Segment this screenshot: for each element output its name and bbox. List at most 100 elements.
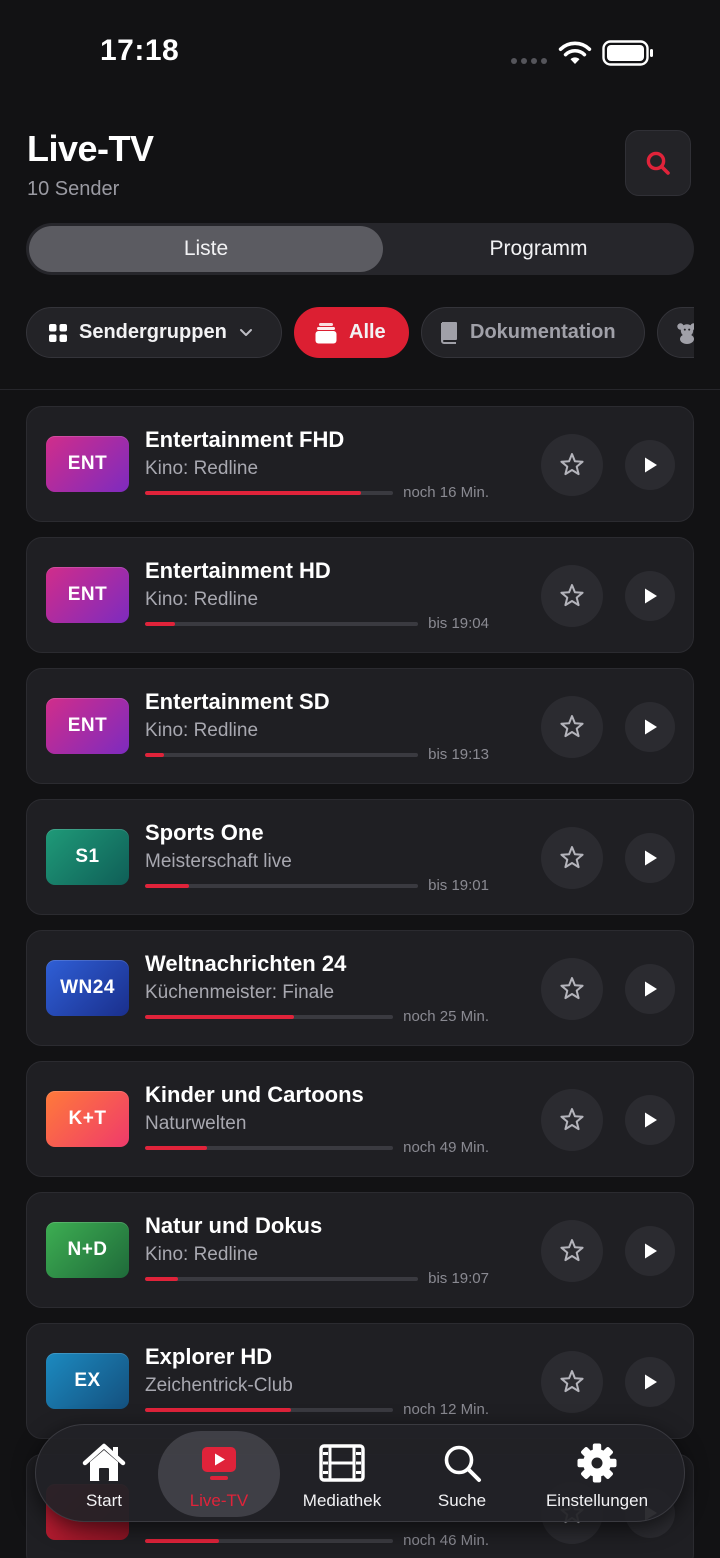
program-progress-bar (145, 1539, 393, 1543)
play-icon (645, 1374, 657, 1390)
channel-name: Kinder und Cartoons (145, 1082, 364, 1107)
filter-all-label: Alle (349, 321, 386, 343)
play-button[interactable] (625, 1357, 675, 1407)
channel-logo: S1 (46, 829, 129, 885)
channel-card[interactable]: ENT Entertainment SD Kino: Redline bis 19:1… (26, 668, 694, 784)
channel-card[interactable]: ENT Entertainment FHD Kino: Redline noch 16… (26, 406, 694, 522)
favorite-button[interactable] (541, 565, 603, 627)
channel-name: Explorer HD (145, 1344, 273, 1369)
nav-suche[interactable]: Suche (422, 1425, 502, 1521)
stack-icon (315, 322, 337, 343)
program-progress-fill (145, 1539, 220, 1543)
favorite-button[interactable] (541, 827, 603, 889)
channel-groups-dropdown[interactable]: Sendergruppen (26, 307, 282, 358)
play-icon (645, 1243, 657, 1259)
film-strip-icon (319, 1444, 365, 1482)
star-icon (560, 977, 584, 1000)
grid-icon (49, 323, 67, 342)
channel-logo: K+T (46, 1091, 129, 1147)
star-icon (560, 584, 584, 607)
channel-card[interactable]: EX Explorer HD Zeichentrick-Club noch 12 Mi… (26, 1323, 694, 1439)
current-program-title: Kino: Redline (145, 458, 259, 479)
favorite-button[interactable] (541, 1220, 603, 1282)
filter-documentary-chip[interactable]: Dokumentation (421, 307, 645, 358)
channel-name: Entertainment FHD (145, 427, 345, 452)
program-progress-bar (145, 753, 418, 757)
remaining-time: bis 19:01 (428, 877, 489, 894)
channel-card[interactable]: K+T Kinder und Cartoons Naturwelten noch 49… (26, 1061, 694, 1177)
remaining-time: noch 25 Min. (403, 1008, 489, 1025)
channel-card[interactable]: ENT Entertainment HD Kino: Redline bis 19:0… (26, 537, 694, 653)
channel-logo: ENT (46, 436, 129, 492)
house-icon (82, 1443, 126, 1481)
program-progress-bar (145, 1146, 393, 1150)
nav-mediathek-label: Mediathek (302, 1491, 382, 1510)
nav-einstellungen[interactable]: Einstellungen (536, 1425, 658, 1521)
nav-live-tv[interactable]: Live-TV (166, 1425, 272, 1521)
favorite-button[interactable] (541, 434, 603, 496)
nav-live-tv-label: Live-TV (189, 1491, 249, 1510)
channel-card[interactable]: N+D Natur und Dokus Kino: Redline bis 19:07 (26, 1192, 694, 1308)
channel-name: Natur und Dokus (145, 1213, 323, 1238)
program-progress-fill (145, 1015, 294, 1019)
play-button[interactable] (625, 1226, 675, 1276)
channel-groups-label: Sendergruppen (79, 321, 227, 343)
current-program-title: Kino: Redline (145, 1244, 259, 1265)
wifi-icon (558, 41, 592, 64)
program-progress-fill (145, 753, 165, 757)
play-button[interactable] (625, 440, 675, 490)
play-icon (645, 719, 657, 735)
search-icon (646, 151, 670, 175)
channel-logo: ENT (46, 567, 129, 623)
program-progress-fill (145, 1146, 207, 1150)
remaining-time: noch 16 Min. (403, 484, 489, 501)
battery-icon (602, 40, 653, 66)
gear-icon (577, 1443, 617, 1483)
program-progress-bar (145, 1408, 393, 1412)
star-icon (560, 1239, 584, 1262)
play-button[interactable] (625, 964, 675, 1014)
channel-list: ENT Entertainment FHD Kino: Redline noch 16… (0, 406, 720, 1558)
nav-mediathek[interactable]: Mediathek (294, 1425, 390, 1521)
tv-play-icon (202, 1447, 236, 1480)
play-button[interactable] (625, 833, 675, 883)
program-progress-bar (145, 884, 418, 888)
star-icon (560, 453, 584, 476)
current-program-title: Küchenmeister: Finale (145, 982, 335, 1003)
play-button[interactable] (625, 702, 675, 752)
tab-program[interactable]: Programm (386, 226, 691, 272)
nav-einstellungen-label: Einstellungen (545, 1491, 649, 1510)
favorite-button[interactable] (541, 1351, 603, 1413)
program-progress-bar (145, 622, 418, 626)
favorite-button[interactable] (541, 1089, 603, 1151)
tab-list[interactable]: Liste (29, 226, 383, 272)
channel-logo: WN24 (46, 960, 129, 1016)
channel-logo: ENT (46, 698, 129, 754)
book-icon (441, 321, 457, 344)
view-segmented-control: Liste Programm (26, 223, 694, 275)
play-button[interactable] (625, 571, 675, 621)
program-progress-fill (145, 1277, 178, 1281)
filter-chips: Sendergruppen Alle Dokumentation (0, 307, 694, 359)
play-button[interactable] (625, 1095, 675, 1145)
remaining-time: bis 19:04 (428, 615, 489, 632)
play-icon (645, 588, 657, 604)
program-progress-fill (145, 491, 361, 495)
star-icon (560, 1108, 584, 1131)
favorite-button[interactable] (541, 958, 603, 1020)
current-program-title: Naturwelten (145, 1113, 247, 1134)
star-icon (560, 846, 584, 869)
channel-card[interactable]: WN24 Weltnachrichten 24 Küchenmeister: Fin… (26, 930, 694, 1046)
channel-card[interactable]: S1 Sports One Meisterschaft live bis 19:01 (26, 799, 694, 915)
page-title: Live-TV (27, 128, 154, 169)
program-progress-fill (145, 884, 189, 888)
filter-all-chip[interactable]: Alle (294, 307, 409, 358)
channel-logo: EX (46, 1353, 129, 1409)
search-button[interactable] (625, 130, 691, 196)
channel-name: Sports One (145, 820, 264, 845)
program-progress-bar (145, 1277, 418, 1281)
current-program-title: Zeichentrick-Club (145, 1375, 293, 1396)
filter-kids-chip[interactable] (657, 307, 694, 358)
favorite-button[interactable] (541, 696, 603, 758)
nav-start[interactable]: Start (62, 1425, 146, 1521)
